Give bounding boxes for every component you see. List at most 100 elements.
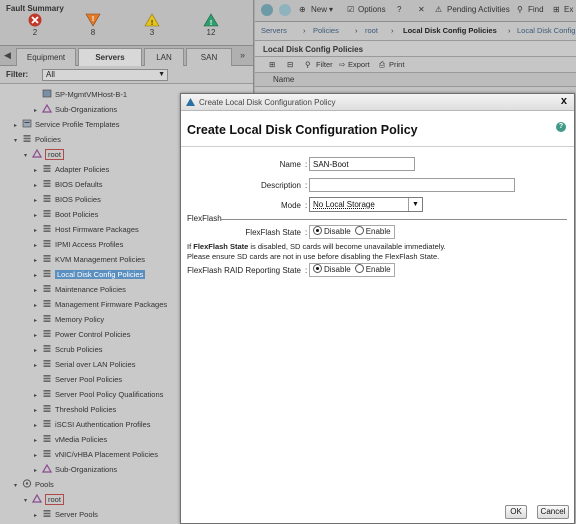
add-icon[interactable]: ⊞ (269, 60, 275, 69)
flexflash-warning-line2: Please ensure SD cards are not in use be… (187, 252, 440, 261)
tree-item[interactable]: ▾ root (24, 492, 64, 507)
tree-item[interactable]: SP-MgmtVMHost-B-1 (34, 87, 127, 102)
tree-item[interactable]: ▸ Threshold Policies (34, 402, 116, 417)
tree-item[interactable]: ▸ Adapter Policies (34, 162, 109, 177)
tree-item[interactable]: ▸ vMedia Policies (34, 432, 107, 447)
tree-item[interactable]: Server Pool Policies (34, 372, 122, 387)
breadcrumb-local-disk-config[interactable]: Local Disk Config (517, 26, 575, 35)
description-field[interactable] (309, 178, 515, 192)
raid-enable-option[interactable]: Enable (354, 264, 395, 274)
tree-item[interactable]: ▸ Server Pool Policy Qualifications (34, 387, 163, 402)
tree-item-label: Power Control Policies (55, 330, 131, 339)
remove-icon[interactable]: ⊟ (287, 60, 293, 69)
tree-item[interactable]: ▸ vNIC/vHBA Placement Policies (34, 447, 158, 462)
tree-item[interactable]: ▸ Power Control Policies (34, 327, 130, 342)
fault-major[interactable]: ! 8 (78, 13, 108, 37)
pending-activities-button[interactable]: Pending Activities (447, 5, 510, 14)
ok-button[interactable]: OK (505, 505, 527, 519)
tree-item[interactable]: ▸ Management Firmware Packages (34, 297, 167, 312)
tree-item[interactable]: ▾ Policies (14, 132, 61, 147)
policy-icon (43, 345, 51, 352)
tree-item[interactable]: ▸ BIOS Policies (34, 192, 101, 207)
filter-icon: ⚲ (305, 60, 311, 69)
tree-item[interactable]: ▸ IPMI Access Profiles (34, 237, 123, 252)
help-circle-icon[interactable]: ? (397, 5, 401, 14)
tree-item[interactable]: ▸ Sub-Organizations (34, 102, 117, 117)
flexflash-state-colon: : (305, 228, 308, 237)
tree-item[interactable]: ▸ Local Disk Config Policies (34, 267, 146, 282)
mode-value: No Local Storage (313, 200, 375, 209)
tree-item-label: Policies (35, 135, 61, 144)
close-icon[interactable]: x (561, 95, 567, 107)
tree-item[interactable]: ▾ Pools (14, 477, 54, 492)
export-icon: ⇨ (339, 60, 346, 69)
breadcrumb-separator: › (303, 26, 306, 35)
tab-lan[interactable]: LAN (144, 48, 184, 66)
new-button[interactable]: New (311, 5, 327, 14)
options-button[interactable]: Options (358, 5, 386, 14)
ucs-manager-window: Fault Summary 2 ! 8 ! 3 ! 12 ◀ Equipment… (0, 0, 576, 524)
tree-item-label: Scrub Policies (55, 345, 103, 354)
expanded-arrow-icon[interactable]: ▾ (14, 134, 22, 149)
breadcrumb-policies[interactable]: Policies (313, 26, 339, 35)
tree-item[interactable]: ▸ Scrub Policies (34, 342, 103, 357)
flexflash-enable-option[interactable]: Enable (354, 226, 395, 236)
tree-item[interactable]: ▸ Serial over LAN Policies (34, 357, 135, 372)
tree-item[interactable]: ▸ KVM Management Policies (34, 252, 145, 267)
find-button[interactable]: Find (528, 5, 544, 14)
flexflash-section-label: FlexFlash (187, 214, 222, 223)
tree-item[interactable]: ▸ Boot Policies (34, 207, 98, 222)
back-icon[interactable] (261, 4, 273, 16)
tree-item-label: BIOS Policies (55, 195, 101, 204)
tree-item-label: KVM Management Policies (55, 255, 146, 264)
filter-select[interactable]: All ▼ (42, 69, 168, 81)
flexflash-disable-option[interactable]: Disable (313, 226, 355, 236)
tab-equipment[interactable]: Equipment (16, 48, 76, 66)
expanded-arrow-icon[interactable]: ▾ (14, 479, 22, 494)
breadcrumb-local-disk-config-policies[interactable]: Local Disk Config Policies (403, 26, 497, 35)
policy-icon (43, 270, 51, 277)
expanded-arrow-icon[interactable]: ▾ (24, 149, 32, 164)
expanded-arrow-icon[interactable]: ▾ (24, 494, 32, 509)
breadcrumb-root[interactable]: root (365, 26, 378, 35)
tree-item[interactable]: ▸ Host Firmware Packages (34, 222, 139, 237)
fault-critical[interactable]: 2 (20, 13, 50, 37)
exit-button[interactable]: Ex (564, 5, 573, 14)
print-button[interactable]: Print (389, 60, 404, 69)
name-column-header[interactable]: Name (255, 73, 576, 87)
cancel-button[interactable]: Cancel (537, 505, 569, 519)
fault-minor[interactable]: ! 3 (137, 13, 167, 37)
tree-item[interactable]: ▸ BIOS Defaults (34, 177, 103, 192)
tree-item[interactable]: ▸ Service Profile Templates (14, 117, 119, 132)
fault-warning[interactable]: ! 12 (196, 13, 226, 37)
tabs-more-icon[interactable]: » (240, 50, 245, 60)
collapsed-arrow-icon[interactable]: ▸ (34, 509, 42, 524)
tree-item-label: root (45, 149, 64, 160)
new-dropdown-icon[interactable]: ▾ (329, 5, 333, 14)
name-field[interactable] (309, 157, 415, 171)
raid-disable-option[interactable]: Disable (313, 264, 355, 274)
tree-item[interactable]: ▸ Memory Policy (34, 312, 104, 327)
filter-button[interactable]: Filter (316, 60, 333, 69)
tree-item[interactable]: ▸ iSCSI Authentication Profiles (34, 417, 150, 432)
tree-item[interactable]: ▾ root (24, 147, 64, 162)
mode-select[interactable]: No Local Storage ▼ (309, 197, 423, 212)
dialog-titlebar[interactable]: Create Local Disk Configuration Policy (181, 94, 574, 111)
forward-icon[interactable] (279, 4, 291, 16)
dialog-footer: OK Cancel (181, 501, 574, 523)
policy-icon (43, 420, 51, 427)
help-icon[interactable]: ? (556, 122, 566, 132)
tree-item[interactable]: ▸ Sub-Organizations (34, 462, 117, 477)
name-label: Name (279, 160, 301, 169)
chevron-down-icon: ▼ (158, 71, 165, 78)
breadcrumb: Servers › Policies › root › Local Disk C… (255, 22, 576, 41)
tree-item-label: Server Pool Policy Qualifications (55, 390, 164, 399)
breadcrumb-servers[interactable]: Servers (261, 26, 287, 35)
export-button[interactable]: Export (348, 60, 370, 69)
tree-item[interactable]: ▸ Server Pools (34, 507, 98, 522)
tree-item[interactable]: ▸ Maintenance Policies (34, 282, 126, 297)
tab-servers[interactable]: Servers (78, 48, 142, 66)
tab-san[interactable]: SAN (186, 48, 232, 66)
tabs-scroll-left-icon[interactable]: ◀ (4, 50, 11, 61)
policy-icon (43, 210, 51, 217)
